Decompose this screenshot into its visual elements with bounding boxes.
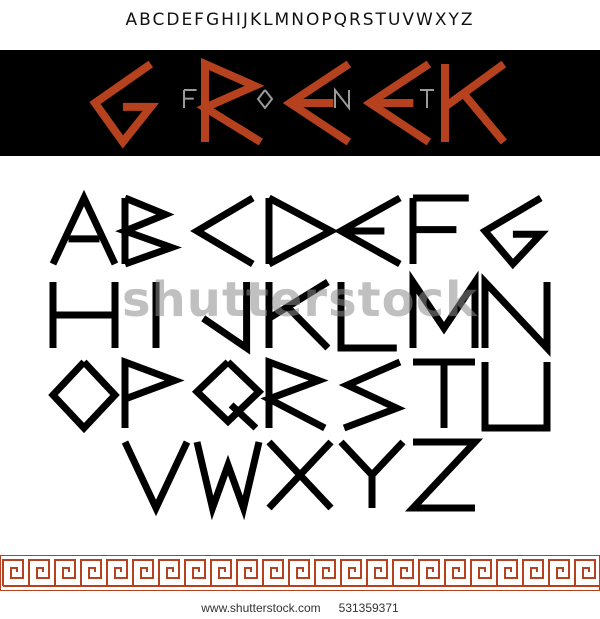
letter-x bbox=[266, 439, 334, 511]
letter-q bbox=[191, 359, 265, 431]
watermark: shutterstock bbox=[122, 272, 478, 328]
letter-y bbox=[338, 439, 406, 508]
letter-f bbox=[409, 194, 469, 264]
letter-a bbox=[49, 190, 119, 266]
letter-w bbox=[193, 441, 263, 520]
greek-key-unit bbox=[236, 559, 258, 586]
letter-u bbox=[481, 362, 551, 432]
letter-b bbox=[115, 194, 182, 268]
letter-g bbox=[479, 194, 549, 270]
banner-title-letter-e bbox=[362, 60, 432, 146]
greek-key-unit bbox=[184, 559, 206, 586]
letter-s bbox=[338, 358, 406, 432]
greek-key-unit bbox=[80, 559, 102, 586]
banner-subtitle-letter-o bbox=[256, 89, 274, 110]
letter-d bbox=[265, 194, 339, 268]
greek-key-unit bbox=[522, 559, 544, 586]
footer-image-id: 531359371 bbox=[338, 601, 399, 615]
greek-key-unit bbox=[340, 559, 362, 586]
greek-key-unit bbox=[496, 559, 518, 586]
footer: www.shutterstock.com 531359371 bbox=[0, 597, 600, 619]
banner-lettering bbox=[89, 57, 507, 149]
alphabet-specimen bbox=[48, 190, 551, 520]
greek-key-unit bbox=[470, 559, 492, 586]
letter-p bbox=[121, 356, 185, 428]
greek-key-unit bbox=[314, 559, 336, 586]
greek-key-unit bbox=[288, 559, 310, 586]
banner-subtitle-letter-n bbox=[334, 87, 350, 111]
banner-title-letter-r bbox=[196, 57, 265, 146]
letter-t bbox=[413, 358, 475, 428]
greek-key-unit bbox=[574, 559, 596, 586]
greek-key-unit bbox=[418, 559, 440, 586]
letter-z bbox=[404, 438, 484, 512]
banner-subtitle-letter-t bbox=[420, 89, 434, 108]
greek-key-unit bbox=[366, 559, 388, 586]
greek-key-unit bbox=[262, 559, 284, 586]
greek-key-unit bbox=[54, 559, 76, 586]
greek-key-border bbox=[0, 555, 600, 591]
footer-site: www.shutterstock.com bbox=[201, 601, 321, 615]
greek-key-unit bbox=[392, 559, 414, 586]
letter-r bbox=[260, 356, 329, 432]
greek-key-unit bbox=[132, 559, 154, 586]
greek-font-banner bbox=[0, 50, 600, 156]
letter-e bbox=[333, 194, 402, 268]
greek-key-unit bbox=[444, 559, 466, 586]
greek-key-unit bbox=[2, 559, 24, 586]
letter-o bbox=[48, 359, 120, 434]
letter-c bbox=[190, 194, 255, 268]
greek-key-unit bbox=[28, 559, 50, 586]
header-alphabet-line: ABCDEFGHIJKLMNOPQRSTUVWXYZ bbox=[125, 10, 475, 30]
banner-title-letter-e bbox=[282, 60, 352, 146]
greek-key-unit bbox=[210, 559, 232, 586]
banner-subtitle-letter-f bbox=[183, 89, 197, 108]
greek-key-unit bbox=[158, 559, 180, 586]
banner-title-letter-k bbox=[441, 60, 507, 145]
greek-key-unit bbox=[548, 559, 570, 586]
greek-key-unit bbox=[106, 559, 128, 586]
banner-title-letter-g bbox=[89, 60, 160, 149]
letter-v bbox=[121, 440, 191, 517]
